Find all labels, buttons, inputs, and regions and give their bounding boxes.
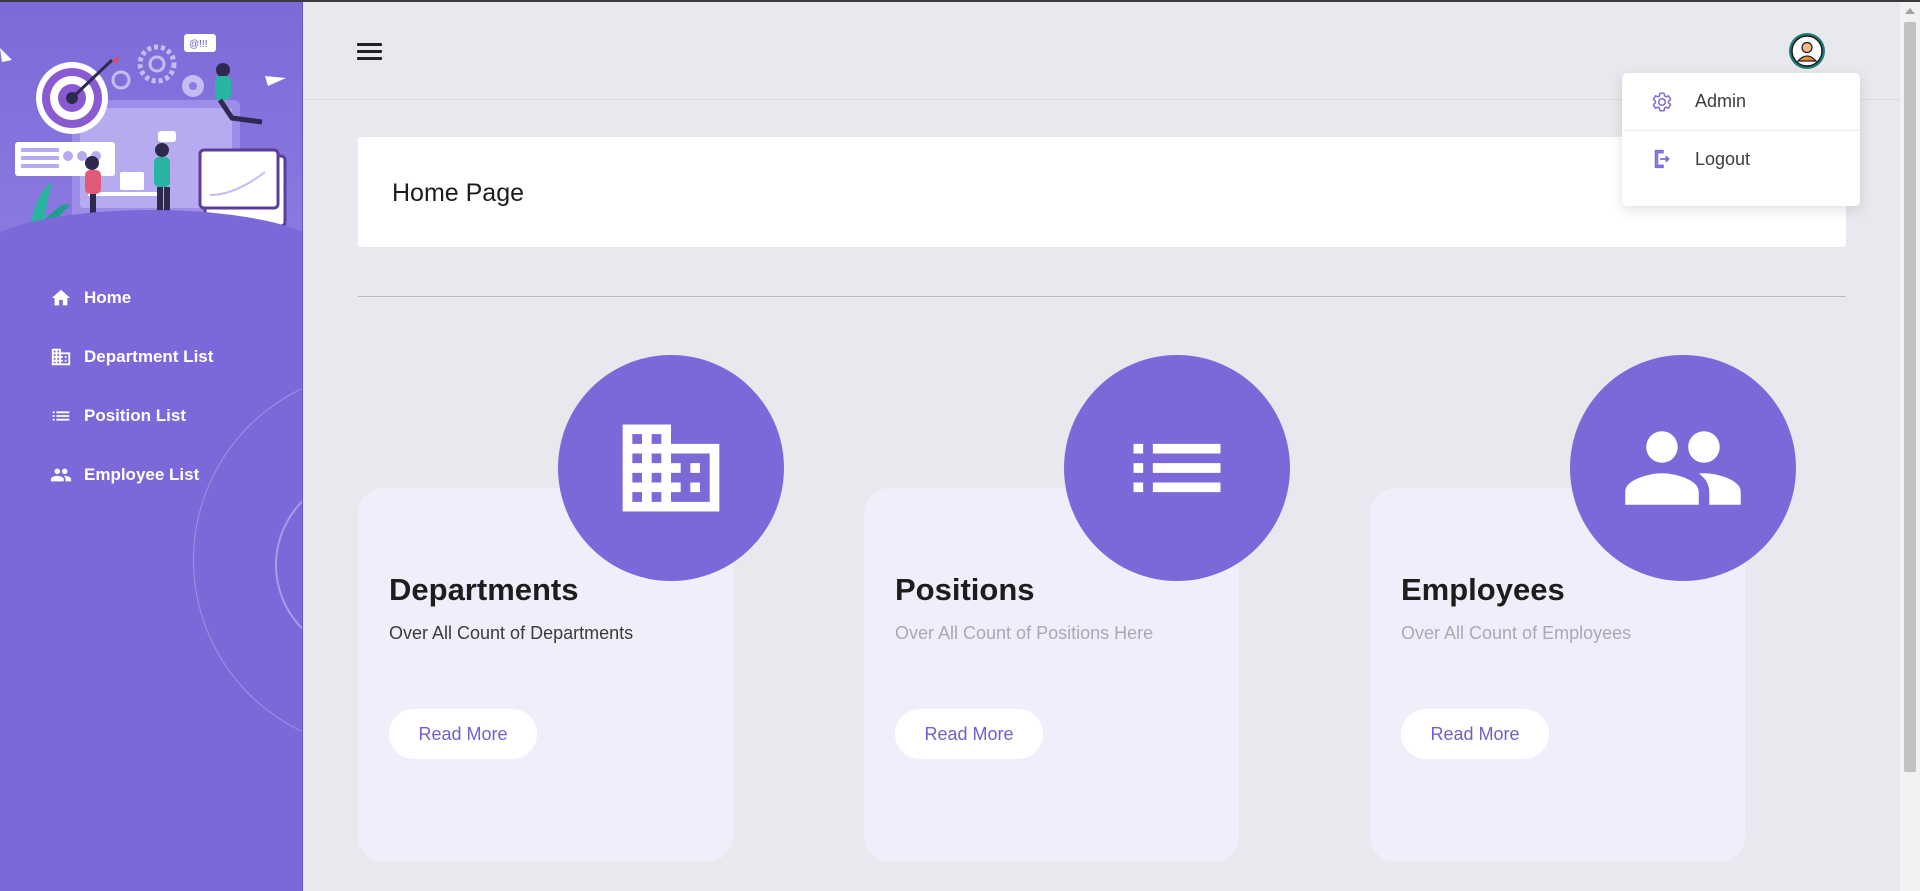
- sidebar-item-department-list[interactable]: Department List: [0, 327, 302, 386]
- read-more-button[interactable]: Read More: [389, 709, 537, 759]
- list-icon: [1064, 355, 1290, 581]
- read-more-button[interactable]: Read More: [1401, 709, 1549, 759]
- admin-label: Admin: [1695, 91, 1747, 111]
- window-top-border: [0, 0, 1920, 2]
- card-title: Employees: [1401, 572, 1565, 607]
- card-title: Departments: [389, 572, 579, 607]
- logout-icon: [1654, 149, 1670, 169]
- hamburger-icon[interactable]: [356, 39, 384, 67]
- list-icon: [49, 404, 73, 428]
- sidebar-item-label: Position List: [84, 405, 186, 425]
- vertical-scrollbar[interactable]: [1900, 2, 1920, 891]
- gear-icon: [1652, 91, 1672, 112]
- card-description: Over All Count of Employees: [1401, 623, 1632, 643]
- people-icon: [1570, 355, 1796, 581]
- sidebar-item-label: Employee List: [84, 464, 200, 484]
- people-icon: [49, 463, 73, 487]
- sidebar-item-employee-list[interactable]: Employee List: [0, 445, 302, 504]
- sidebar: @!!! Home Department List Position List …: [0, 0, 303, 891]
- scroll-up-arrow-icon[interactable]: [1905, 8, 1915, 14]
- sidebar-item-label: Home: [84, 287, 132, 307]
- user-menu-dropdown: Admin Logout: [1622, 73, 1860, 206]
- page-title: Home Page: [392, 179, 525, 207]
- card-description: Over All Count of Positions Here: [895, 623, 1154, 643]
- building-icon: [49, 345, 73, 369]
- sidebar-item-position-list[interactable]: Position List: [0, 386, 302, 445]
- card-title: Positions: [895, 572, 1035, 607]
- scroll-thumb[interactable]: [1904, 22, 1916, 772]
- sidebar-illustration: @!!!: [0, 0, 302, 280]
- svg-text:@!!!: @!!!: [189, 39, 208, 50]
- sidebar-nav: Home Department List Position List Emplo…: [0, 268, 302, 504]
- logout-menu-item[interactable]: Logout: [1622, 130, 1860, 187]
- building-icon: [558, 355, 784, 581]
- admin-menu-item[interactable]: Admin: [1622, 73, 1860, 130]
- divider: [358, 296, 1846, 297]
- home-icon: [49, 286, 73, 310]
- logout-label: Logout: [1695, 148, 1751, 169]
- sidebar-item-home[interactable]: Home: [0, 268, 302, 327]
- user-avatar-icon[interactable]: [1789, 33, 1825, 69]
- sidebar-item-label: Department List: [84, 346, 214, 366]
- read-more-button[interactable]: Read More: [895, 709, 1043, 759]
- card-description: Over All Count of Departments: [389, 623, 634, 643]
